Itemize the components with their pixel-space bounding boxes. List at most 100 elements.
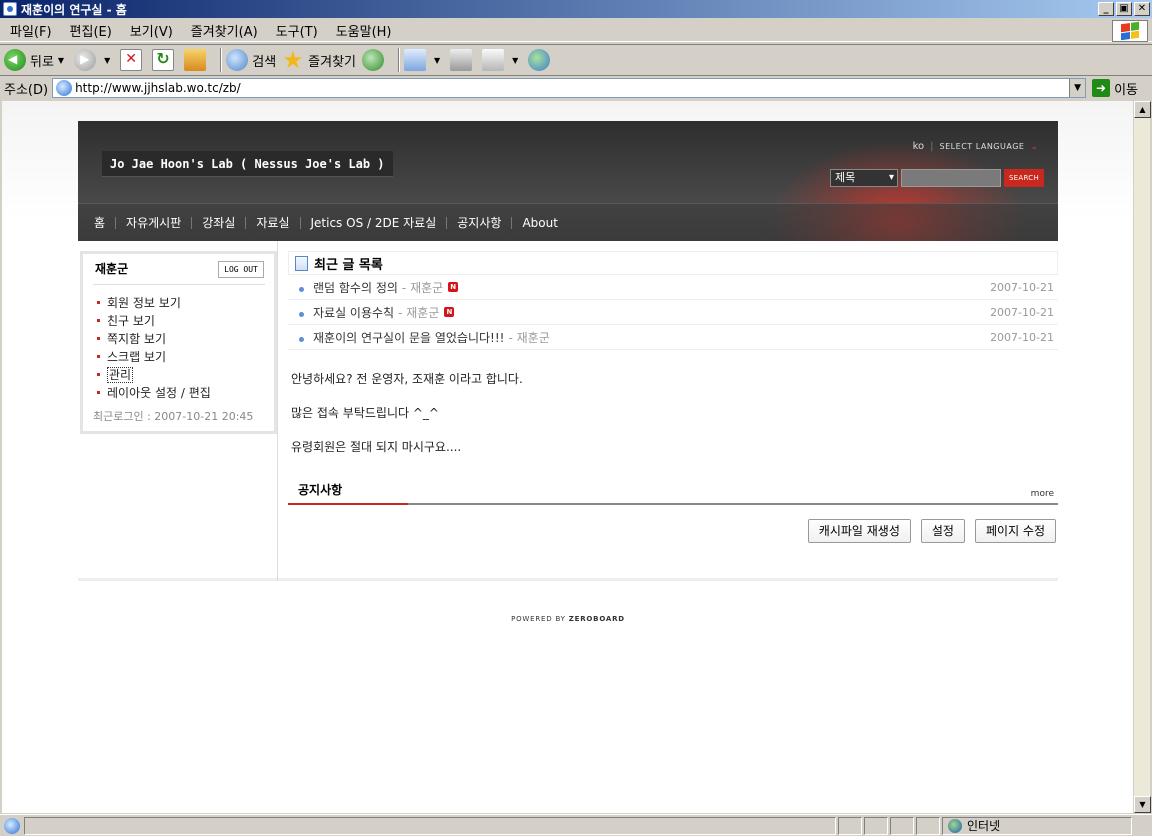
home-button[interactable] <box>184 46 210 74</box>
menu-layout[interactable]: 레이아웃 설정 / 편집 <box>97 384 211 402</box>
menu-scrap-label: 스크랩 보기 <box>107 350 167 364</box>
document-icon <box>295 255 308 271</box>
login-box: 재훈군 LOG OUT 회원 정보 보기 친구 보기 쪽지함 보기 스크랩 보기… <box>80 251 277 434</box>
intro-line: 안녕하세요? 전 운영자, 조재훈 이라고 합니다. <box>291 372 523 386</box>
menu-file[interactable]: 파일(F) <box>0 21 60 40</box>
powered-by-prefix: POWERED BY <box>511 615 569 623</box>
regenerate-cache-button[interactable]: 캐시파일 재생성 <box>807 519 911 543</box>
notice-title[interactable]: 공지사항 <box>298 481 342 498</box>
nav-lectures[interactable]: 강좌실 <box>192 216 247 229</box>
back-button[interactable]: 뒤로 ▼ <box>4 46 68 74</box>
site-container: Jo Jae Hoon's Lab ( Nessus Joe's Lab ) k… <box>78 121 1058 623</box>
history-button[interactable] <box>362 46 388 74</box>
menu-view[interactable]: 보기(V) <box>120 21 181 40</box>
edit-button[interactable]: ▼ <box>482 46 522 74</box>
scroll-up-icon[interactable]: ▲ <box>1134 101 1151 118</box>
menu-admin[interactable]: 관리 <box>97 366 211 384</box>
intro-line: 유령회원은 절대 되지 마시구요.... <box>291 440 462 454</box>
user-menu: 회원 정보 보기 친구 보기 쪽지함 보기 스크랩 보기 관리 레이아웃 설정 … <box>97 294 211 402</box>
nav-home[interactable]: 홈 <box>92 216 117 229</box>
back-arrow-icon <box>4 49 26 71</box>
divider <box>93 284 265 285</box>
search-button[interactable]: 검색 <box>226 46 276 74</box>
language-chevron-icon[interactable]: ⌄ <box>1030 142 1038 152</box>
status-bar: 인터넷 <box>0 814 1152 836</box>
post-title[interactable]: 자료실 이용수칙 <box>313 304 394 321</box>
post-author[interactable]: - 재훈군 <box>508 329 549 346</box>
messenger-button[interactable] <box>528 46 554 74</box>
list-item: 자료실 이용수칙 - 재훈군 N 2007-10-21 <box>288 300 1058 325</box>
user-name: 재훈군 <box>95 262 129 276</box>
post-author[interactable]: - 재훈군 <box>398 304 439 321</box>
language-selector[interactable]: ko | SELECT LANGUAGE ⌄ <box>913 141 1038 152</box>
address-label: 주소(D) <box>4 82 49 98</box>
menu-help[interactable]: 도움말(H) <box>326 21 400 40</box>
browser-viewport: Jo Jae Hoon's Lab ( Nessus Joe's Lab ) k… <box>2 101 1133 813</box>
powered-by[interactable]: POWERED BY ZEROBOARD <box>78 615 1058 623</box>
forward-dropdown-icon[interactable]: ▼ <box>104 56 110 65</box>
refresh-icon <box>152 49 175 71</box>
forward-button[interactable]: ▼ <box>74 46 114 74</box>
bullet-icon <box>299 336 304 342</box>
new-badge-icon: N <box>448 282 459 292</box>
scroll-down-icon[interactable]: ▼ <box>1134 796 1151 813</box>
address-bar: 주소(D) http://www.jjhslab.wo.tc/zb/ ▼ ➜ 이… <box>0 77 1152 99</box>
edit-page-icon <box>482 49 505 71</box>
edit-page-button[interactable]: 페이지 수정 <box>974 519 1056 543</box>
post-author[interactable]: - 재훈군 <box>402 279 443 296</box>
minimize-button[interactable]: _ <box>1098 2 1114 16</box>
menu-member-info[interactable]: 회원 정보 보기 <box>97 294 211 312</box>
language-separator: | <box>930 141 934 152</box>
maximize-button[interactable]: ▣ <box>1116 2 1132 16</box>
address-dropdown-icon[interactable]: ▼ <box>1069 79 1086 97</box>
post-date: 2007-10-21 <box>990 280 1054 294</box>
menu-layout-label: 레이아웃 설정 / 편집 <box>107 386 211 400</box>
toolbar-separator <box>398 48 400 72</box>
post-date: 2007-10-21 <box>990 305 1054 319</box>
address-input[interactable]: http://www.jjhslab.wo.tc/zb/ ▼ <box>52 78 1087 98</box>
search-target-select[interactable]: 제목 <box>830 169 898 187</box>
menu-messages[interactable]: 쪽지함 보기 <box>97 330 211 348</box>
logout-button[interactable]: LOG OUT <box>218 261 264 278</box>
go-label: 이동 <box>1114 82 1138 98</box>
nav-free-board[interactable]: 자유게시판 <box>116 216 193 229</box>
refresh-button[interactable] <box>152 46 178 74</box>
back-dropdown-icon[interactable]: ▼ <box>58 56 64 65</box>
site-title[interactable]: Jo Jae Hoon's Lab ( Nessus Joe's Lab ) <box>102 151 393 177</box>
site-search-button[interactable]: SEARCH <box>1004 169 1044 187</box>
post-title[interactable]: 재훈이의 연구실이 문을 열었습니다!!! <box>313 329 504 346</box>
nav-jetics-os[interactable]: Jetics OS / 2DE 자료실 <box>301 216 448 229</box>
menu-bar: 파일(F) 편집(E) 보기(V) 즐겨찾기(A) 도구(T) 도움말(H) <box>0 20 1152 42</box>
menu-edit[interactable]: 편집(E) <box>60 21 120 40</box>
select-language-label[interactable]: SELECT LANGUAGE <box>940 142 1025 151</box>
print-button[interactable] <box>450 46 476 74</box>
edit-dropdown-icon[interactable]: ▼ <box>512 56 518 65</box>
post-title[interactable]: 랜덤 함수의 정의 <box>313 279 398 296</box>
address-url[interactable]: http://www.jjhslab.wo.tc/zb/ <box>75 81 241 95</box>
notice-more-link[interactable]: more <box>1031 489 1054 499</box>
go-button[interactable]: ➜ 이동 <box>1092 79 1138 98</box>
settings-button[interactable]: 설정 <box>920 519 965 543</box>
menu-admin-label: 관리 <box>107 367 134 383</box>
favorites-label: 즐겨찾기 <box>308 54 356 70</box>
site-header: Jo Jae Hoon's Lab ( Nessus Joe's Lab ) k… <box>78 121 1058 241</box>
menu-scrap[interactable]: 스크랩 보기 <box>97 348 211 366</box>
nav-notices[interactable]: 공지사항 <box>447 216 513 229</box>
favorites-button[interactable]: 즐겨찾기 <box>282 46 356 74</box>
close-button[interactable]: ✕ <box>1134 2 1150 16</box>
nav-about[interactable]: About <box>512 217 567 229</box>
notice-section: 공지사항 more <box>288 475 1058 505</box>
site-search-input[interactable] <box>901 169 1001 187</box>
menu-friends[interactable]: 친구 보기 <box>97 312 211 330</box>
title-bar: 재훈이의 연구실 - 홈 _ ▣ ✕ <box>0 0 1152 18</box>
mail-dropdown-icon[interactable]: ▼ <box>434 56 440 65</box>
page-status-icon <box>4 817 20 834</box>
menu-favorites[interactable]: 즐겨찾기(A) <box>181 21 266 40</box>
menu-tools[interactable]: 도구(T) <box>266 21 326 40</box>
bullet-icon <box>299 311 304 317</box>
vertical-scrollbar[interactable]: ▲ ▼ <box>1133 101 1151 813</box>
mail-button[interactable]: ▼ <box>404 46 444 74</box>
list-item: 재훈이의 연구실이 문을 열었습니다!!! - 재훈군 2007-10-21 <box>288 325 1058 350</box>
nav-archive[interactable]: 자료실 <box>246 216 301 229</box>
stop-button[interactable] <box>120 46 146 74</box>
